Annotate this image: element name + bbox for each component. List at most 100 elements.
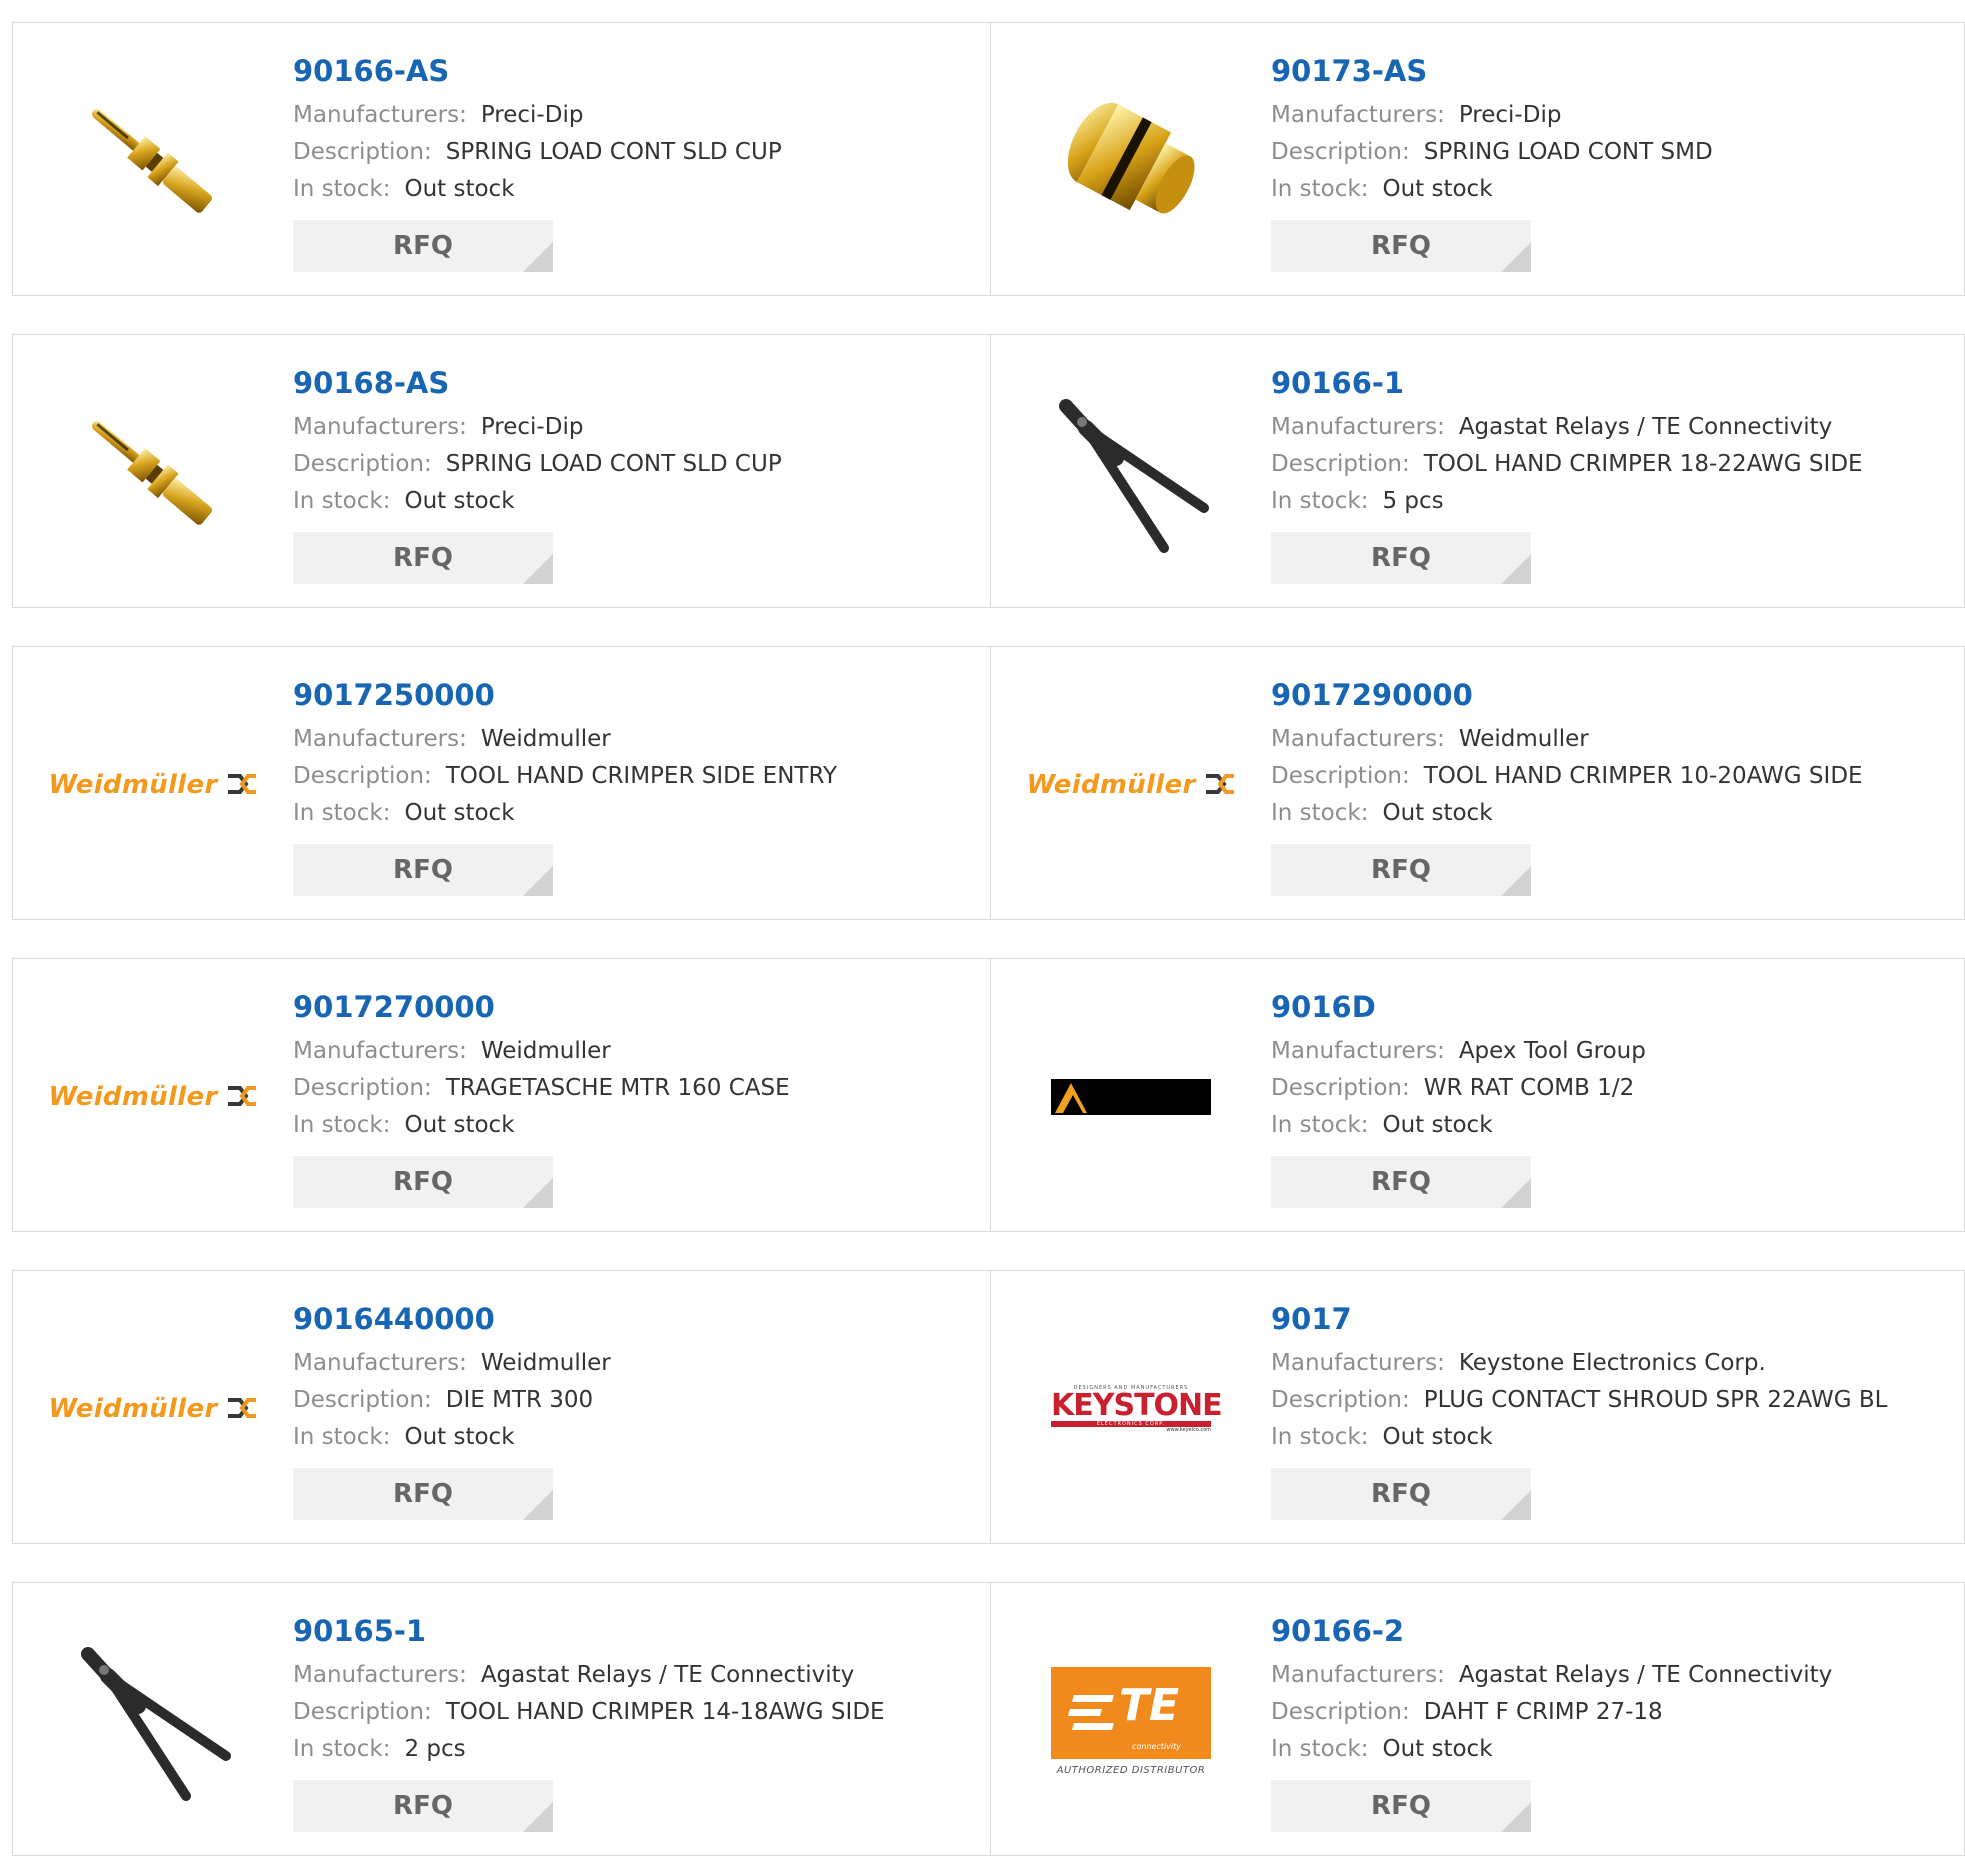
part-number-link[interactable]: 90168-AS: [293, 365, 981, 401]
rfq-button[interactable]: RFQ: [1271, 1468, 1531, 1520]
manufacturer-line: Manufacturers: Weidmuller: [293, 1033, 981, 1070]
stock-line: In stock: Out stock: [293, 795, 981, 832]
rfq-button[interactable]: RFQ: [1271, 532, 1531, 584]
manufacturer-value: Keystone Electronics Corp.: [1458, 1350, 1766, 1376]
product-card: Weidmüller 9016440000 Manufacturers: Weid…: [13, 1271, 991, 1543]
part-number-link[interactable]: 9017: [1271, 1301, 1957, 1337]
manufacturer-label: Manufacturers:: [1271, 1038, 1445, 1064]
product-thumbnail[interactable]: [53, 1621, 253, 1821]
product-card: 90166-1 Manufacturers: Agastat Relays / T…: [990, 335, 1965, 607]
product-info: 90166-1 Manufacturers: Agastat Relays / T…: [1271, 365, 1957, 584]
product-info: 9017 Manufacturers: Keystone Electronics …: [1271, 1301, 1957, 1520]
product-thumbnail[interactable]: Weidmüller: [48, 1309, 256, 1509]
part-number-link[interactable]: 9017290000: [1271, 677, 1957, 713]
description-value: TOOL HAND CRIMPER SIDE ENTRY: [445, 763, 838, 789]
manufacturer-line: Manufacturers: Keystone Electronics Corp.: [1271, 1345, 1957, 1382]
stock-label: In stock:: [293, 1736, 391, 1762]
manufacturer-value: Weidmuller: [1458, 726, 1589, 752]
description-value: TOOL HAND CRIMPER 14-18AWG SIDE: [445, 1699, 885, 1725]
rfq-label: RFQ: [393, 543, 453, 573]
description-value: WR RAT COMB 1/2: [1423, 1075, 1635, 1101]
rfq-label: RFQ: [1371, 543, 1431, 573]
corner-triangle-icon: [1501, 1178, 1531, 1208]
rfq-button[interactable]: RFQ: [293, 532, 553, 584]
stock-label: In stock:: [293, 176, 391, 202]
stock-line: In stock: Out stock: [293, 171, 981, 208]
product-row: 90166-AS Manufacturers: Preci-Dip Descrip…: [12, 22, 1965, 296]
stock-line: In stock: Out stock: [1271, 1107, 1957, 1144]
description-label: Description:: [1271, 1075, 1410, 1101]
product-thumbnail[interactable]: DESIGNERS AND MANUFACTURERS KEYSTONE ELE…: [1031, 1309, 1231, 1509]
manufacturer-label: Manufacturers:: [1271, 726, 1445, 752]
description-line: Description: TOOL HAND CRIMPER SIDE ENTRY: [293, 758, 981, 795]
part-number-link[interactable]: 9016440000: [293, 1301, 981, 1337]
part-number-link[interactable]: 90166-2: [1271, 1613, 1957, 1649]
product-card: TE connectivity AUTHORIZED DISTRIBUTOR 9…: [990, 1583, 1965, 1855]
manufacturer-label: Manufacturers:: [293, 1662, 467, 1688]
product-thumbnail[interactable]: TE connectivity AUTHORIZED DISTRIBUTOR: [1031, 1621, 1231, 1821]
rfq-button[interactable]: RFQ: [293, 220, 553, 272]
rfq-label: RFQ: [1371, 231, 1431, 261]
product-thumbnail[interactable]: [1031, 373, 1231, 573]
stock-line: In stock: Out stock: [1271, 795, 1957, 832]
rfq-button[interactable]: RFQ: [1271, 1780, 1531, 1832]
rfq-button[interactable]: RFQ: [1271, 1156, 1531, 1208]
manufacturer-label: Manufacturers:: [1271, 1662, 1445, 1688]
product-thumbnail[interactable]: [1031, 61, 1231, 261]
part-number-link[interactable]: 90165-1: [293, 1613, 981, 1649]
rfq-button[interactable]: RFQ: [293, 1780, 553, 1832]
manufacturer-line: Manufacturers: Preci-Dip: [293, 409, 981, 446]
manufacturer-value: Agastat Relays / TE Connectivity: [1458, 1662, 1833, 1688]
description-label: Description:: [293, 1387, 432, 1413]
manufacturer-line: Manufacturers: Preci-Dip: [293, 97, 981, 134]
stock-line: In stock: 5 pcs: [1271, 483, 1957, 520]
part-number-link[interactable]: 9016D: [1271, 989, 1957, 1025]
part-number-link[interactable]: 90173-AS: [1271, 53, 1957, 89]
corner-triangle-icon: [1501, 242, 1531, 272]
product-thumbnail[interactable]: [53, 61, 253, 261]
rfq-label: RFQ: [1371, 1479, 1431, 1509]
rfq-button[interactable]: RFQ: [1271, 844, 1531, 896]
product-info: 9017250000 Manufacturers: Weidmuller Desc…: [293, 677, 981, 896]
manufacturer-line: Manufacturers: Apex Tool Group: [1271, 1033, 1957, 1070]
description-line: Description: PLUG CONTACT SHROUD SPR 22AW…: [1271, 1382, 1957, 1419]
description-line: Description: DIE MTR 300: [293, 1382, 981, 1419]
stock-value: Out stock: [1382, 800, 1493, 826]
manufacturer-value: Weidmuller: [480, 1038, 611, 1064]
product-row: Weidmüller 9017270000 Manufacturers: Weid…: [12, 958, 1965, 1232]
rfq-button[interactable]: RFQ: [1271, 220, 1531, 272]
corner-triangle-icon: [523, 1802, 553, 1832]
description-value: TRAGETASCHE MTR 160 CASE: [445, 1075, 790, 1101]
part-number-link[interactable]: 90166-1: [1271, 365, 1957, 401]
description-label: Description:: [1271, 139, 1410, 165]
manufacturer-label: Manufacturers:: [293, 1350, 467, 1376]
weidmuller-logo: Weidmüller: [48, 770, 257, 800]
rfq-button[interactable]: RFQ: [293, 844, 553, 896]
product-thumbnail[interactable]: [1031, 997, 1231, 1197]
manufacturer-value: Preci-Dip: [480, 414, 584, 440]
stock-label: In stock:: [1271, 1112, 1369, 1138]
rfq-label: RFQ: [393, 1791, 453, 1821]
description-line: Description: SPRING LOAD CONT SMD: [1271, 134, 1957, 171]
description-label: Description:: [1271, 763, 1410, 789]
description-label: Description:: [293, 763, 432, 789]
stock-value: 2 pcs: [404, 1736, 466, 1762]
manufacturer-label: Manufacturers:: [293, 1038, 467, 1064]
product-card: 90165-1 Manufacturers: Agastat Relays / T…: [13, 1583, 991, 1855]
smd-contact-image: [1051, 81, 1211, 241]
product-thumbnail[interactable]: Weidmüller: [48, 685, 256, 885]
part-number-link[interactable]: 9017250000: [293, 677, 981, 713]
part-number-link[interactable]: 9017270000: [293, 989, 981, 1025]
product-thumbnail[interactable]: Weidmüller: [1026, 685, 1234, 885]
part-number-link[interactable]: 90166-AS: [293, 53, 981, 89]
stock-label: In stock:: [293, 800, 391, 826]
weidmuller-logo: Weidmüller: [48, 1082, 257, 1112]
product-info: 90166-2 Manufacturers: Agastat Relays / T…: [1271, 1613, 1957, 1832]
rfq-button[interactable]: RFQ: [293, 1468, 553, 1520]
description-label: Description:: [1271, 1699, 1410, 1725]
manufacturer-label: Manufacturers:: [1271, 1350, 1445, 1376]
stock-line: In stock: 2 pcs: [293, 1731, 981, 1768]
rfq-button[interactable]: RFQ: [293, 1156, 553, 1208]
product-thumbnail[interactable]: Weidmüller: [48, 997, 256, 1197]
product-thumbnail[interactable]: [53, 373, 253, 573]
